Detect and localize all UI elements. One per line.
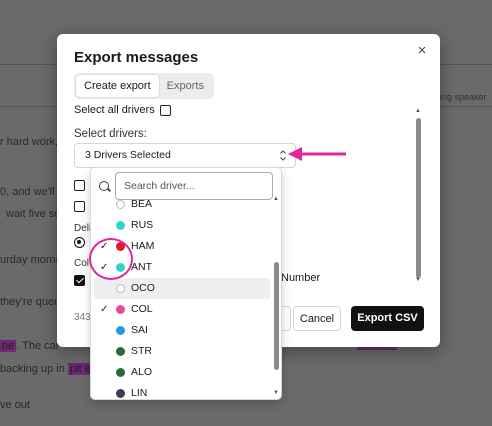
scrollbar-thumb[interactable] [416,118,421,278]
highlight-circle-annotation [89,238,133,280]
select-drivers-label: Select drivers: [74,128,147,140]
driver-name: SAI [131,324,148,336]
tab-exports[interactable]: Exports [159,75,212,97]
drivers-select-value: 3 Drivers Selected [85,149,171,161]
driver-color-dot [116,368,125,377]
bg-text-line: ne. The car [0,340,59,352]
checkmark-icon: ✓ [100,304,109,315]
driver-option-lin[interactable]: LIN [91,383,274,399]
columns-label: Col [74,258,90,269]
bg-text-line: r hard work, [0,136,59,148]
column-checkbox[interactable] [74,275,85,287]
driver-color-dot [116,326,125,335]
bg-text-line: they're queu [0,296,61,308]
select-all-label: Select all drivers [74,104,155,116]
driver-name: OCO [131,282,155,294]
driver-name: RUS [131,219,154,231]
delimiter-radio[interactable] [74,237,85,248]
driver-name: ALO [131,366,153,378]
option-checkbox[interactable] [74,180,85,191]
export-csv-button[interactable]: Export CSV [351,306,424,331]
scroll-down-icon[interactable]: ▼ [273,390,279,396]
driver-color-dot [116,284,125,293]
bg-highlight: ne [0,340,17,352]
select-all-checkbox[interactable] [159,104,171,116]
driver-list: BEA RUS ✓ HAM ✓ ANT OCO ✓ COL SAI STR AL… [91,194,274,399]
scrollbar-thumb[interactable] [274,262,279,370]
driver-option-alo[interactable]: ALO [91,362,274,383]
driver-dropdown: BEA RUS ✓ HAM ✓ ANT OCO ✓ COL SAI [90,167,282,400]
driver-name: COL [131,303,153,315]
search-icon [99,181,109,191]
scroll-down-icon[interactable]: ▼ [415,277,421,283]
tab-bar: Create export Exports [74,73,214,99]
driver-color-dot [116,221,125,230]
driver-color-dot [116,200,125,209]
bg-text-line: ve out [0,399,30,411]
driver-option-str[interactable]: STR [91,341,274,362]
bg-text-line: backing up in pit en [0,363,99,375]
bg-text-line: urday mornin [0,254,65,266]
option-checkbox[interactable] [74,201,85,212]
drivers-select[interactable]: 3 Drivers Selected [74,143,296,168]
tab-create-export[interactable]: Create export [76,75,159,97]
driver-name: BEA [131,198,153,210]
arrow-left-annotation [288,147,346,161]
driver-name: LIN [131,387,148,399]
driver-name: HAM [131,240,155,252]
driver-color-dot [116,347,125,356]
driver-option-oco[interactable]: OCO [94,278,270,299]
secondary-button-edge[interactable] [281,306,291,331]
scroll-up-icon[interactable]: ▲ [273,196,279,202]
cancel-button[interactable]: Cancel [293,306,341,331]
dropdown-scrollbar[interactable]: ▲ ▼ [273,196,279,399]
delimiter-label: Deli [74,223,92,234]
select-all-row[interactable]: Select all drivers [74,104,171,116]
bg-text-right: ing speaker [440,92,487,102]
driver-option-rus[interactable]: RUS [91,215,274,236]
message-count: 343 [74,312,91,323]
number-column-label: Number [281,272,321,284]
dialog-title: Export messages [74,49,199,66]
driver-color-dot [116,389,125,398]
close-icon[interactable]: × [414,43,430,59]
driver-option-sai[interactable]: SAI [91,320,274,341]
bg-text: backing up in [0,363,65,375]
bg-text: . The car [16,340,60,352]
driver-name: ANT [131,261,152,273]
bg-text-line: 0, and we'll s [0,186,64,198]
driver-option-bea[interactable]: BEA [91,194,274,215]
driver-color-dot [116,305,125,314]
driver-name: STR [131,345,152,357]
scroll-up-icon[interactable]: ▲ [415,108,421,114]
dialog-scrollbar[interactable]: ▲ ▼ [415,108,421,284]
driver-option-col[interactable]: ✓ COL [91,299,274,320]
